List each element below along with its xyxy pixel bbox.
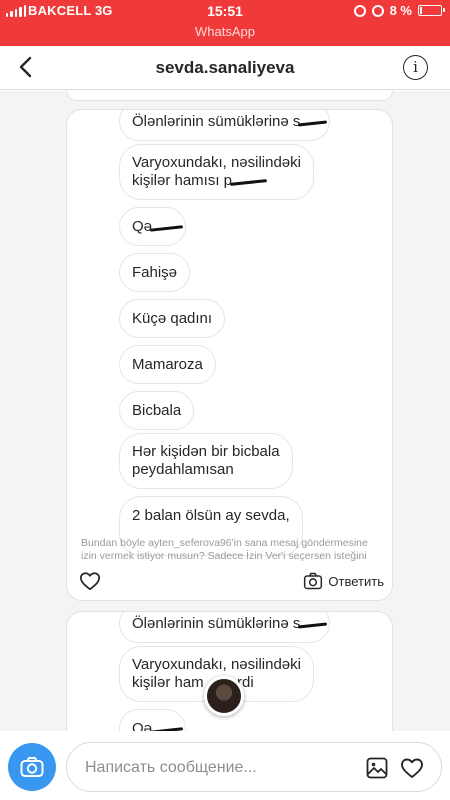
message-bubble[interactable]: Bicbala	[119, 391, 195, 430]
location-icon	[371, 4, 384, 17]
camera-button[interactable]	[8, 743, 56, 791]
like-button[interactable]	[79, 570, 101, 592]
battery-percent: 8 %	[389, 3, 412, 18]
redacted-mark	[300, 615, 317, 632]
message-text: Ölənlərinin sümüklərinə s	[132, 113, 301, 130]
composer-bar	[0, 731, 450, 800]
message-text: kişilər ham	[132, 674, 204, 691]
message-text: Varyoxundakı, nəsilindəki	[132, 154, 301, 171]
message-bubble[interactable]: Mamaroza	[119, 345, 216, 384]
heart-icon	[401, 758, 423, 778]
camera-icon	[20, 757, 44, 777]
message-text: kişilər hamısı p	[132, 172, 233, 189]
message-text: peydahlamısan	[132, 461, 234, 478]
heart-icon	[79, 572, 101, 591]
status-right: 8 %	[353, 3, 445, 18]
chat-header: sevda.sanaliyeva i	[0, 46, 450, 90]
previous-request-card	[66, 91, 393, 101]
image-icon	[366, 757, 388, 779]
reply-label: Ответить	[328, 573, 384, 589]
prompt-line: izin vermek istiyor musun? Sadece İzin V…	[81, 550, 367, 562]
avatar[interactable]	[204, 676, 244, 716]
gallery-button[interactable]	[365, 756, 389, 780]
message-bubble[interactable]: Ölənlərinin sümüklərinə s	[119, 612, 331, 643]
message-text: 2 balan ölsün ay sevda,	[132, 507, 290, 524]
message-input[interactable]	[85, 757, 325, 779]
card-footer: Ответить	[67, 566, 392, 600]
message-text: Varyoxundakı, nəsilindəki	[132, 656, 301, 673]
redacted-mark	[300, 113, 317, 130]
do-not-disturb-icon	[353, 4, 366, 17]
message-composer	[66, 742, 442, 792]
info-icon: i	[413, 58, 418, 76]
send-like-button[interactable]	[399, 756, 425, 780]
message-bubble[interactable]: Hər kişidən bir bicbala peydahlamısan	[119, 433, 293, 489]
reply-button[interactable]: Ответить	[303, 570, 384, 592]
message-bubble[interactable]: Qə	[119, 207, 186, 246]
message-text: Hər kişidən bir bicbala	[132, 443, 280, 460]
message-bubble[interactable]: Fahişə	[119, 253, 191, 292]
message-bubble[interactable]: Qə	[119, 709, 186, 731]
message-text: Ölənlərinin sümüklərinə s	[132, 615, 301, 632]
message-request-prompt: Bundan böyle ayten_seferova96'in sana me…	[81, 537, 381, 563]
message-bubble[interactable]: Varyoxundakı, nəsilindəki kişilər hamısı…	[119, 144, 314, 200]
redacted-mark	[152, 720, 173, 731]
conversation-title: sevda.sanaliyeva	[155, 58, 295, 77]
message-text: Qə	[132, 720, 153, 731]
battery-icon	[418, 5, 445, 16]
prompt-line: Bundan böyle ayten_seferova96'in sana me…	[81, 537, 368, 549]
message-bubble[interactable]: Ölənlərinin sümüklərinə s	[119, 110, 331, 141]
back-to-app-link[interactable]: WhatsApp	[0, 24, 450, 39]
message-request-card: Ölənlərinin sümüklərinə s Varyoxundakı, …	[66, 109, 393, 601]
redacted-mark	[152, 218, 173, 235]
status-bar: BAKCELL 3G 15:51 8 % WhatsApp	[0, 0, 450, 46]
chevron-left-icon	[19, 56, 32, 78]
message-bubble[interactable]: Küçə qadını	[119, 299, 226, 338]
message-text: Qə	[132, 218, 153, 235]
camera-icon	[304, 572, 323, 590]
back-button[interactable]	[14, 54, 40, 80]
message-thread[interactable]: Ölənlərinin sümüklərinə s Varyoxundakı, …	[0, 91, 450, 731]
redacted-mark	[232, 172, 257, 189]
info-button[interactable]: i	[403, 55, 428, 80]
